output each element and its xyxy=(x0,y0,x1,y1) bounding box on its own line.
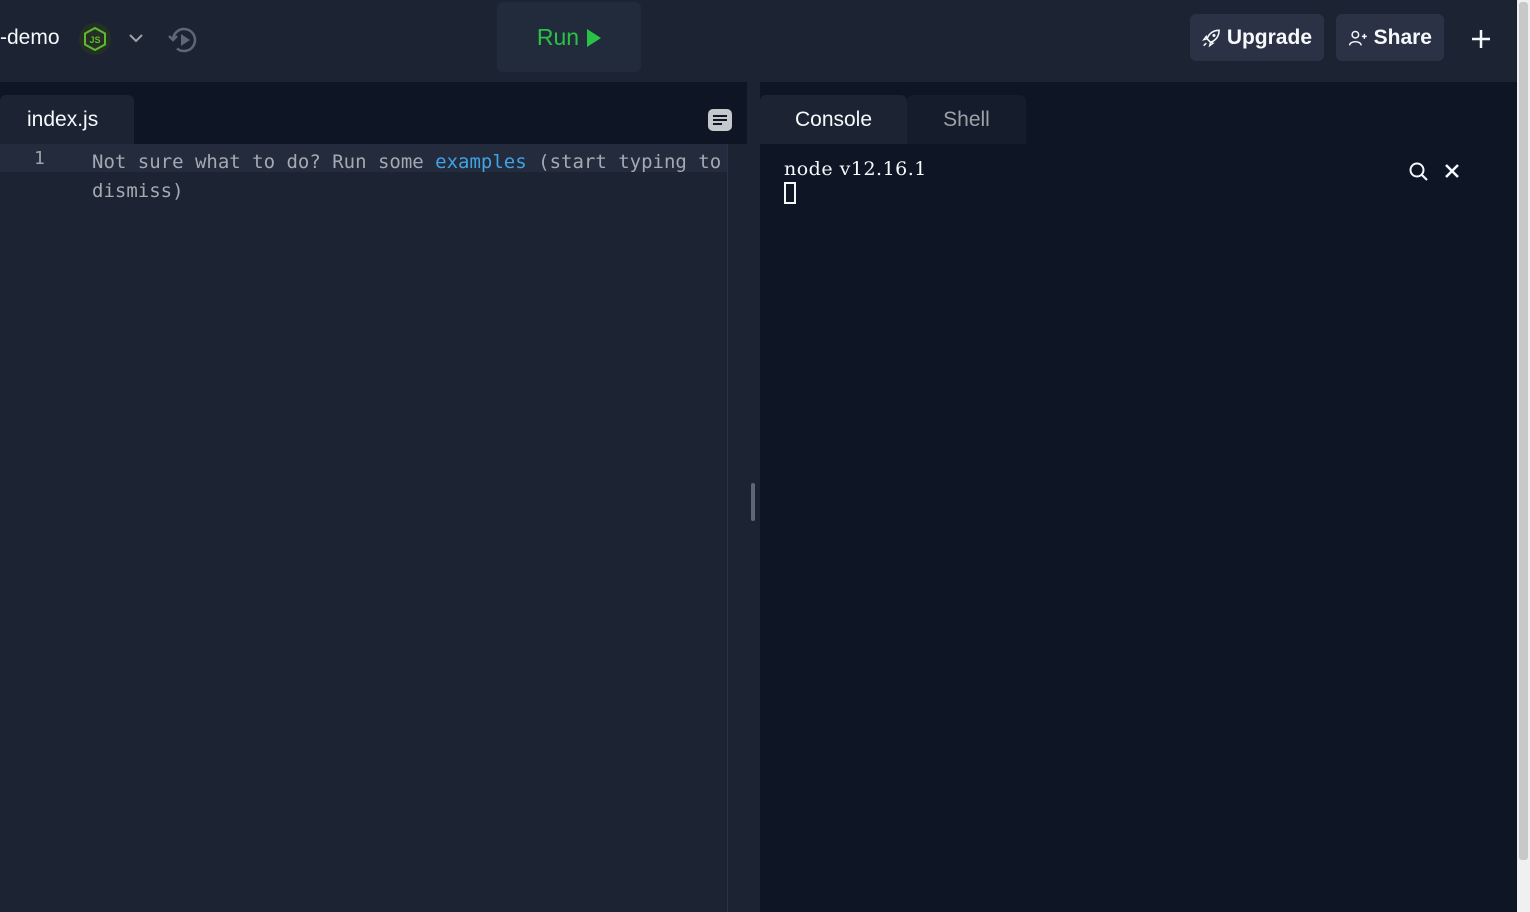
terminal-cursor xyxy=(784,182,796,204)
format-icon[interactable] xyxy=(707,108,733,132)
editor-tab-bar: index.js xyxy=(0,82,747,144)
rocket-icon xyxy=(1202,29,1220,47)
plus-icon[interactable] xyxy=(1466,24,1496,54)
console-pane: Console Shell node v12.16.1 xyxy=(760,82,1517,912)
top-bar: -demo JS Run Upgrade Share xyxy=(0,0,1517,82)
search-icon[interactable] xyxy=(1408,161,1430,183)
line-number: 1 xyxy=(34,148,45,169)
upgrade-label: Upgrade xyxy=(1226,25,1312,49)
console-tab-bar: Console Shell xyxy=(760,82,1517,144)
tab-shell[interactable]: Shell xyxy=(907,95,1026,144)
examples-link[interactable]: examples xyxy=(435,151,527,173)
run-button[interactable]: Run xyxy=(497,2,641,72)
file-tab-index-js[interactable]: index.js xyxy=(0,95,134,144)
share-label: Share xyxy=(1373,25,1432,49)
console-output-area[interactable]: node v12.16.1 xyxy=(760,144,1517,912)
editor-pane: index.js 1 Not sure what to do? Run some… xyxy=(0,82,747,912)
project-name[interactable]: -demo xyxy=(0,26,60,50)
history-icon[interactable] xyxy=(167,23,201,57)
run-label: Run xyxy=(536,23,580,50)
add-user-icon xyxy=(1348,30,1367,46)
scrollbar-thumb[interactable] xyxy=(1519,2,1528,860)
repl-app: -demo JS Run Upgrade Share index.js 1 No… xyxy=(0,0,1530,912)
editor-placeholder: Not sure what to do? Run some examples (… xyxy=(92,148,732,206)
window-scrollbar[interactable] xyxy=(1517,0,1530,912)
share-button[interactable]: Share xyxy=(1336,14,1444,61)
resize-handle[interactable] xyxy=(751,483,755,521)
chevron-down-icon[interactable] xyxy=(126,28,146,48)
editor-scrollbar[interactable] xyxy=(727,144,747,912)
svg-text:JS: JS xyxy=(89,35,100,45)
placeholder-text-start: Not sure what to do? Run some xyxy=(92,151,436,173)
tab-console[interactable]: Console xyxy=(760,95,907,144)
console-output-line: node v12.16.1 xyxy=(784,158,927,180)
upgrade-button[interactable]: Upgrade xyxy=(1190,14,1324,61)
nodejs-icon[interactable]: JS xyxy=(79,23,111,55)
play-icon xyxy=(587,28,602,47)
close-icon[interactable] xyxy=(1442,161,1462,181)
